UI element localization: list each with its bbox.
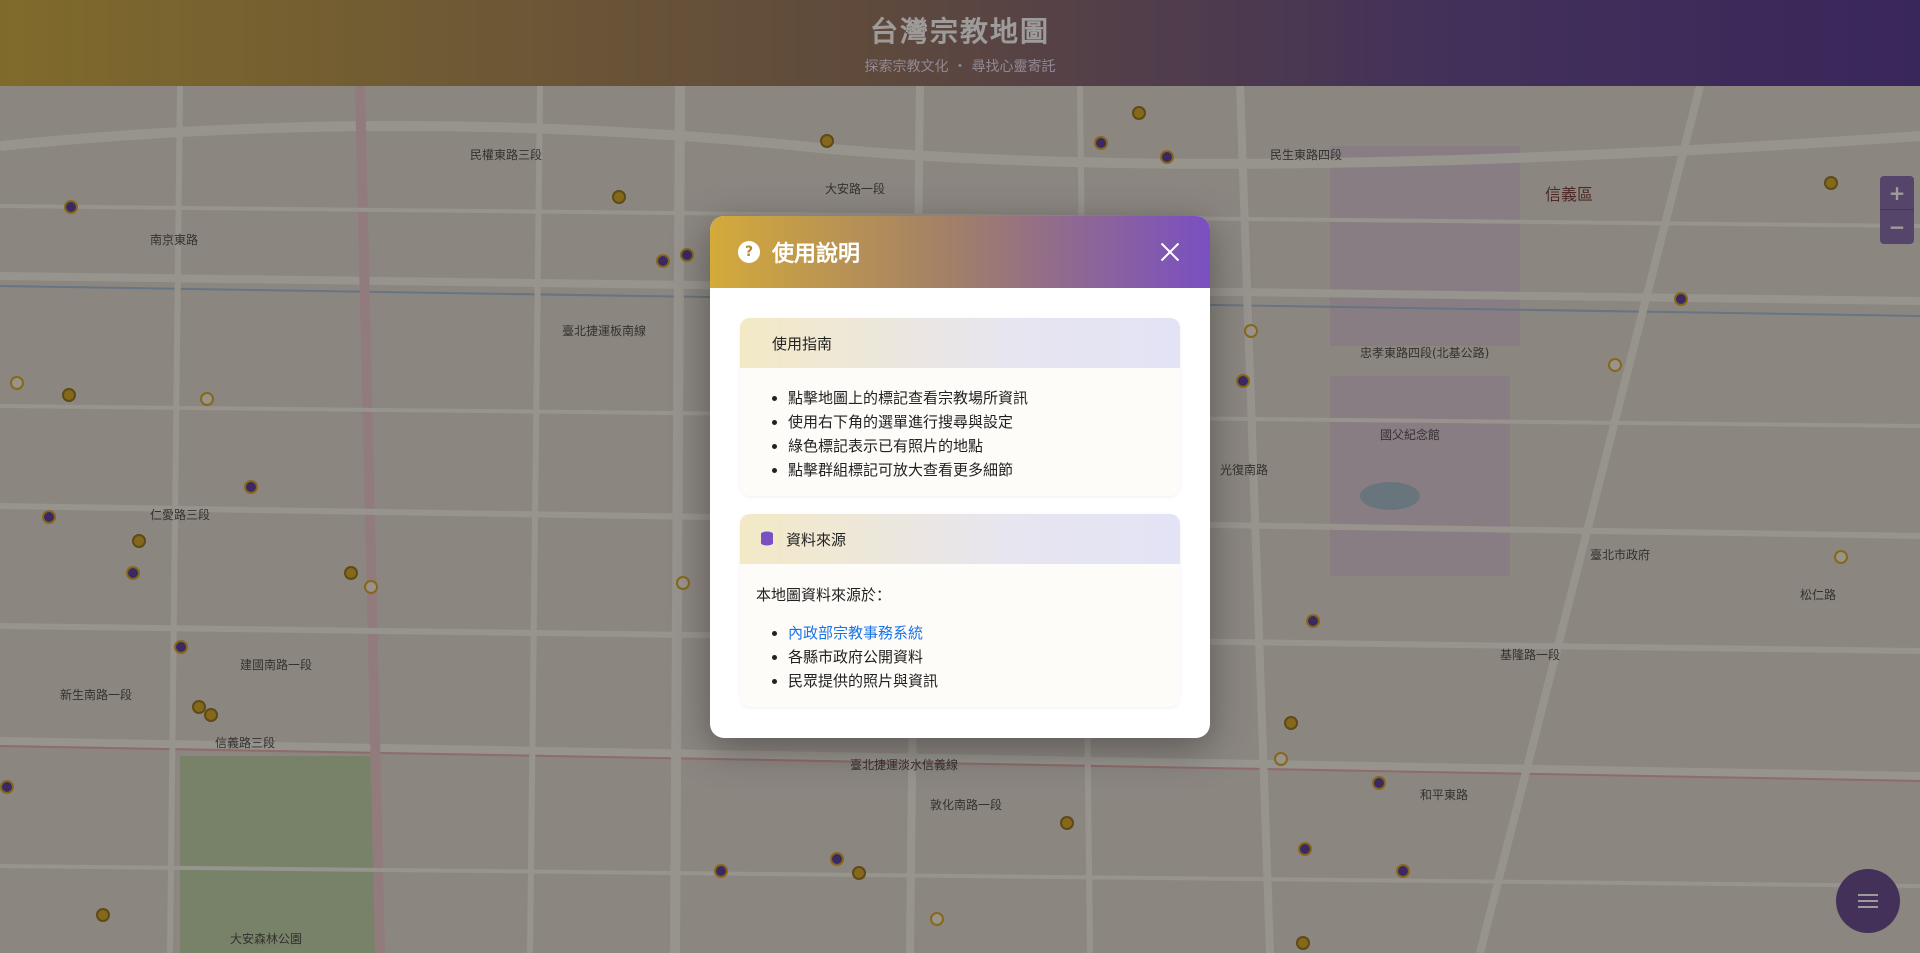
close-icon[interactable]: [1156, 238, 1184, 266]
list-item: 綠色標記表示已有照片的地點: [788, 434, 1160, 458]
source-card: 資料來源 本地圖資料來源於： 內政部宗教事務系統 各縣市政府公開資料 民眾提供的…: [740, 514, 1180, 707]
list-item: 使用右下角的選單進行搜尋與設定: [788, 410, 1160, 434]
guide-list: 點擊地圖上的標記查看宗教場所資訊 使用右下角的選單進行搜尋與設定 綠色標記表示已…: [740, 368, 1180, 496]
help-modal: ? 使用說明 使用指南 點擊地圖上的標記查看宗教場所資訊 使用右下角的選單進行搜…: [710, 216, 1210, 738]
list-item: 點擊地圖上的標記查看宗教場所資訊: [788, 386, 1160, 410]
guide-card: 使用指南 點擊地圖上的標記查看宗教場所資訊 使用右下角的選單進行搜尋與設定 綠色…: [740, 318, 1180, 496]
list-item: 各縣市政府公開資料: [788, 645, 1160, 669]
source-heading-row: 資料來源: [740, 514, 1180, 564]
source-link[interactable]: 內政部宗教事務系統: [788, 624, 923, 642]
modal-header: ? 使用說明: [710, 216, 1210, 288]
list-item: 民眾提供的照片與資訊: [788, 669, 1160, 693]
question-circle-icon: ?: [738, 241, 760, 263]
modal-title: 使用說明: [772, 242, 861, 267]
modal-body: 使用指南 點擊地圖上的標記查看宗教場所資訊 使用右下角的選單進行搜尋與設定 綠色…: [710, 288, 1210, 707]
source-list: 內政部宗教事務系統 各縣市政府公開資料 民眾提供的照片與資訊: [740, 611, 1180, 707]
source-intro: 本地圖資料來源於：: [756, 586, 892, 604]
source-heading: 資料來源: [786, 530, 847, 549]
database-icon: [761, 531, 773, 546]
list-item: 點擊群組標記可放大查看更多細節: [788, 458, 1160, 482]
guide-heading: 使用指南: [740, 318, 1180, 368]
list-item: 內政部宗教事務系統: [788, 621, 1160, 645]
